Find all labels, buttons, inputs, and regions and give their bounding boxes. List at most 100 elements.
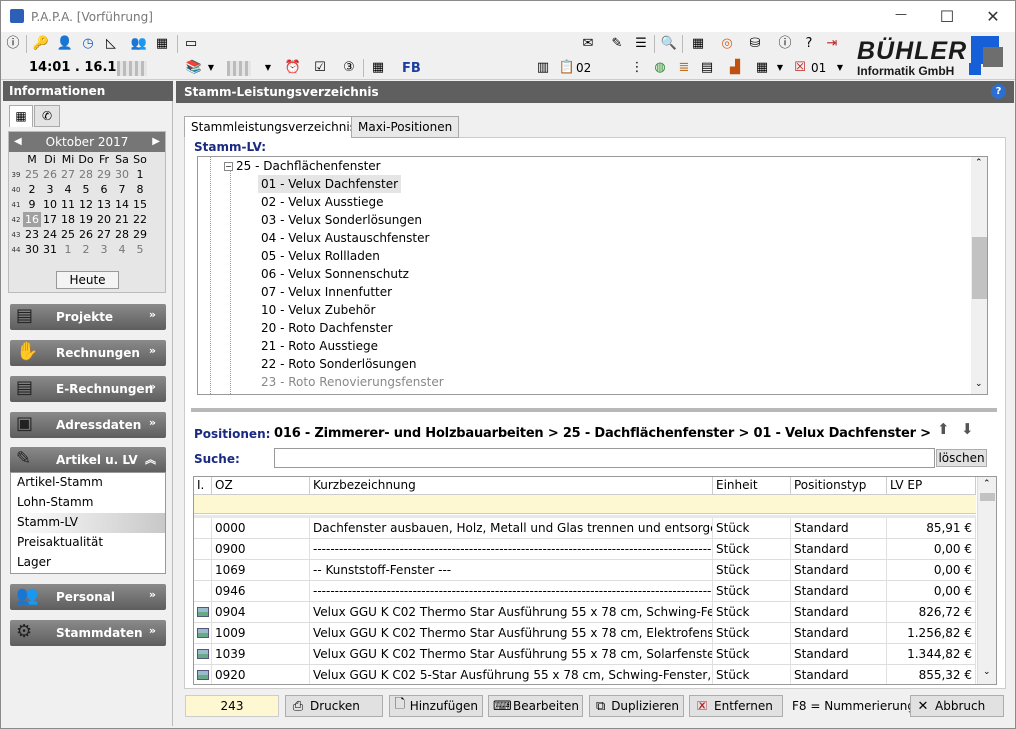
image-icon[interactable] [197,670,209,680]
books-icon[interactable]: 📚 [185,59,203,77]
chevron-down-icon[interactable]: ▼ [202,59,220,77]
delete-button[interactable]: 🗷 Entfernen [689,695,783,717]
tree-icon[interactable]: ⋮ [628,59,646,77]
calendar-day[interactable]: 2 [23,182,41,197]
tree-node[interactable]: 03 - Velux Sonderlösungen [261,211,422,229]
calendar-day[interactable]: 23 [23,227,41,242]
fb-label[interactable]: FB [402,61,421,76]
calendar-day[interactable]: 25 [23,167,41,182]
calendar-day[interactable]: 27 [95,227,113,242]
nav-artikel-lv[interactable]: ✎ Artikel u. LV ︽ [10,447,166,473]
scroll-up-icon[interactable]: ⌃ [975,158,983,168]
submenu-item-lager[interactable]: Lager [11,553,165,573]
tree-node[interactable]: 21 - Roto Ausstiege [261,337,378,355]
calculator-icon[interactable]: ▦ [153,35,171,53]
calendar-day[interactable]: 30 [113,167,131,182]
calendar-day[interactable]: 9 [23,197,41,212]
users-icon[interactable]: 👥 [130,35,148,53]
barcode-icon[interactable]: ▥ [534,59,552,77]
calendar-day[interactable]: 15 [131,197,149,212]
nav-rechnungen[interactable]: ✋ Rechnungen » [10,340,166,366]
calendar-day[interactable]: 5 [131,242,149,257]
submenu-item-artikel-stamm[interactable]: Artikel-Stamm [11,473,165,493]
calendar-day[interactable]: 30 [23,242,41,257]
clipboard-check-icon[interactable]: ☑ [311,59,329,77]
calendar-day[interactable]: 29 [95,167,113,182]
calendar-day[interactable]: 22 [131,212,149,227]
calendar-day[interactable]: 13 [95,197,113,212]
calendar-day[interactable]: 2 [77,242,95,257]
tab-phone[interactable]: ✆ [34,105,60,127]
tree-node[interactable]: 22 - Roto Sonderlösungen [261,355,416,373]
scroll-up-icon[interactable]: ⌃ [983,479,991,489]
calendar-prev-icon[interactable]: ◀ [14,132,22,152]
calendar-next-icon[interactable]: ▶ [152,132,160,152]
terminal-icon[interactable]: ▭ [182,35,200,53]
scrollbar-thumb[interactable] [972,237,987,299]
calendar-day[interactable]: 4 [59,182,77,197]
close-button[interactable]: ✕ [983,7,1003,26]
tree-node[interactable]: 20 - Roto Dachfenster [261,319,393,337]
calendar-day[interactable]: 26 [41,167,59,182]
clipboard-icon[interactable]: 📋 [558,59,576,77]
chevron-down-icon[interactable]: ▼ [771,59,789,77]
calendar-day[interactable]: 17 [41,212,59,227]
splitter[interactable] [191,408,997,412]
key-icon[interactable]: 🔑 [32,35,50,53]
calendar-day[interactable]: 6 [95,182,113,197]
exit-icon[interactable]: ⇥ [823,35,841,53]
tree-node[interactable]: 02 - Velux Ausstiege [261,193,383,211]
calendar-day[interactable]: 20 [95,212,113,227]
tab-calendar[interactable]: ▦ [9,105,33,127]
calendar-day[interactable]: 27 [59,167,77,182]
col-header-image[interactable]: I. [194,477,212,495]
help-icon[interactable]: ? [991,84,1006,99]
table-icon[interactable]: ▤ [698,59,716,77]
minimize-button[interactable]: — [891,7,911,21]
calendar-day[interactable]: 31 [41,242,59,257]
calendar-day[interactable]: 18 [59,212,77,227]
notes-icon[interactable]: ☰ [632,35,650,53]
database-icon[interactable]: ⛁ [746,35,764,53]
calendar-day[interactable]: 1 [59,242,77,257]
submenu-item-preisaktualitaet[interactable]: Preisaktualität [11,533,165,553]
calendar-day[interactable]: 1 [131,167,149,182]
tree-node[interactable]: 06 - Velux Sonnenschutz [261,265,409,283]
nav-personal[interactable]: 👥 Personal » [10,584,166,610]
user-search-icon[interactable]: 👤 [56,35,74,53]
about-icon[interactable]: ⓘ [776,35,794,53]
chevron-down-icon[interactable]: ▼ [259,59,277,77]
today-button[interactable]: Heute [56,271,119,289]
calendar-day[interactable]: 8 [131,182,149,197]
clock-icon[interactable]: ◷ [79,35,97,53]
grid-scrollbar[interactable]: ⌃ ⌄ [977,477,996,684]
search-icon[interactable]: 🔍 [660,35,678,53]
calendar-day[interactable]: 28 [77,167,95,182]
tab-stammleistungsverzeichnis[interactable]: Stammleistungsverzeichnis [184,116,363,138]
col-header-positionstyp[interactable]: Positionstyp [791,477,887,495]
submenu-item-lohn-stamm[interactable]: Lohn-Stamm [11,493,165,513]
info-icon[interactable]: ⓘ [4,35,22,53]
mail-icon[interactable]: ✉ [579,35,597,53]
filter-row[interactable] [194,495,976,514]
collapse-icon[interactable]: − [224,162,233,171]
tree-scrollbar[interactable]: ⌃ ⌄ [971,157,987,394]
tree-node-parent[interactable]: −25 - Dachflächenfenster [224,157,381,175]
calendar-day[interactable]: 5 [77,182,95,197]
calendar-day[interactable]: 19 [77,212,95,227]
grid-icon[interactable]: ▦ [369,59,387,77]
calendar-day[interactable]: 3 [41,182,59,197]
calendar-day[interactable]: 25 [59,227,77,242]
submenu-item-stamm-lv[interactable]: Stamm-LV [11,513,165,533]
calendar-day[interactable]: 7 [113,182,131,197]
nav-stammdaten[interactable]: ⚙ Stammdaten » [10,620,166,646]
calendar-day[interactable]: 21 [113,212,131,227]
chart-icon[interactable]: ▟ [726,59,744,77]
nav-e-rechnungen[interactable]: ▤ E-Rechnungen » [10,376,166,402]
tree-node[interactable]: 10 - Velux Zubehör [261,301,375,319]
col-header-einheit[interactable]: Einheit [713,477,791,495]
tree-node-selected[interactable]: 01 - Velux Dachfenster [258,175,402,193]
tree-node[interactable]: 23 - Roto Renovierungsfenster [261,373,444,391]
tree-node[interactable]: 05 - Velux Rollladen [261,247,380,265]
globe-icon[interactable]: ◍ [651,59,669,77]
